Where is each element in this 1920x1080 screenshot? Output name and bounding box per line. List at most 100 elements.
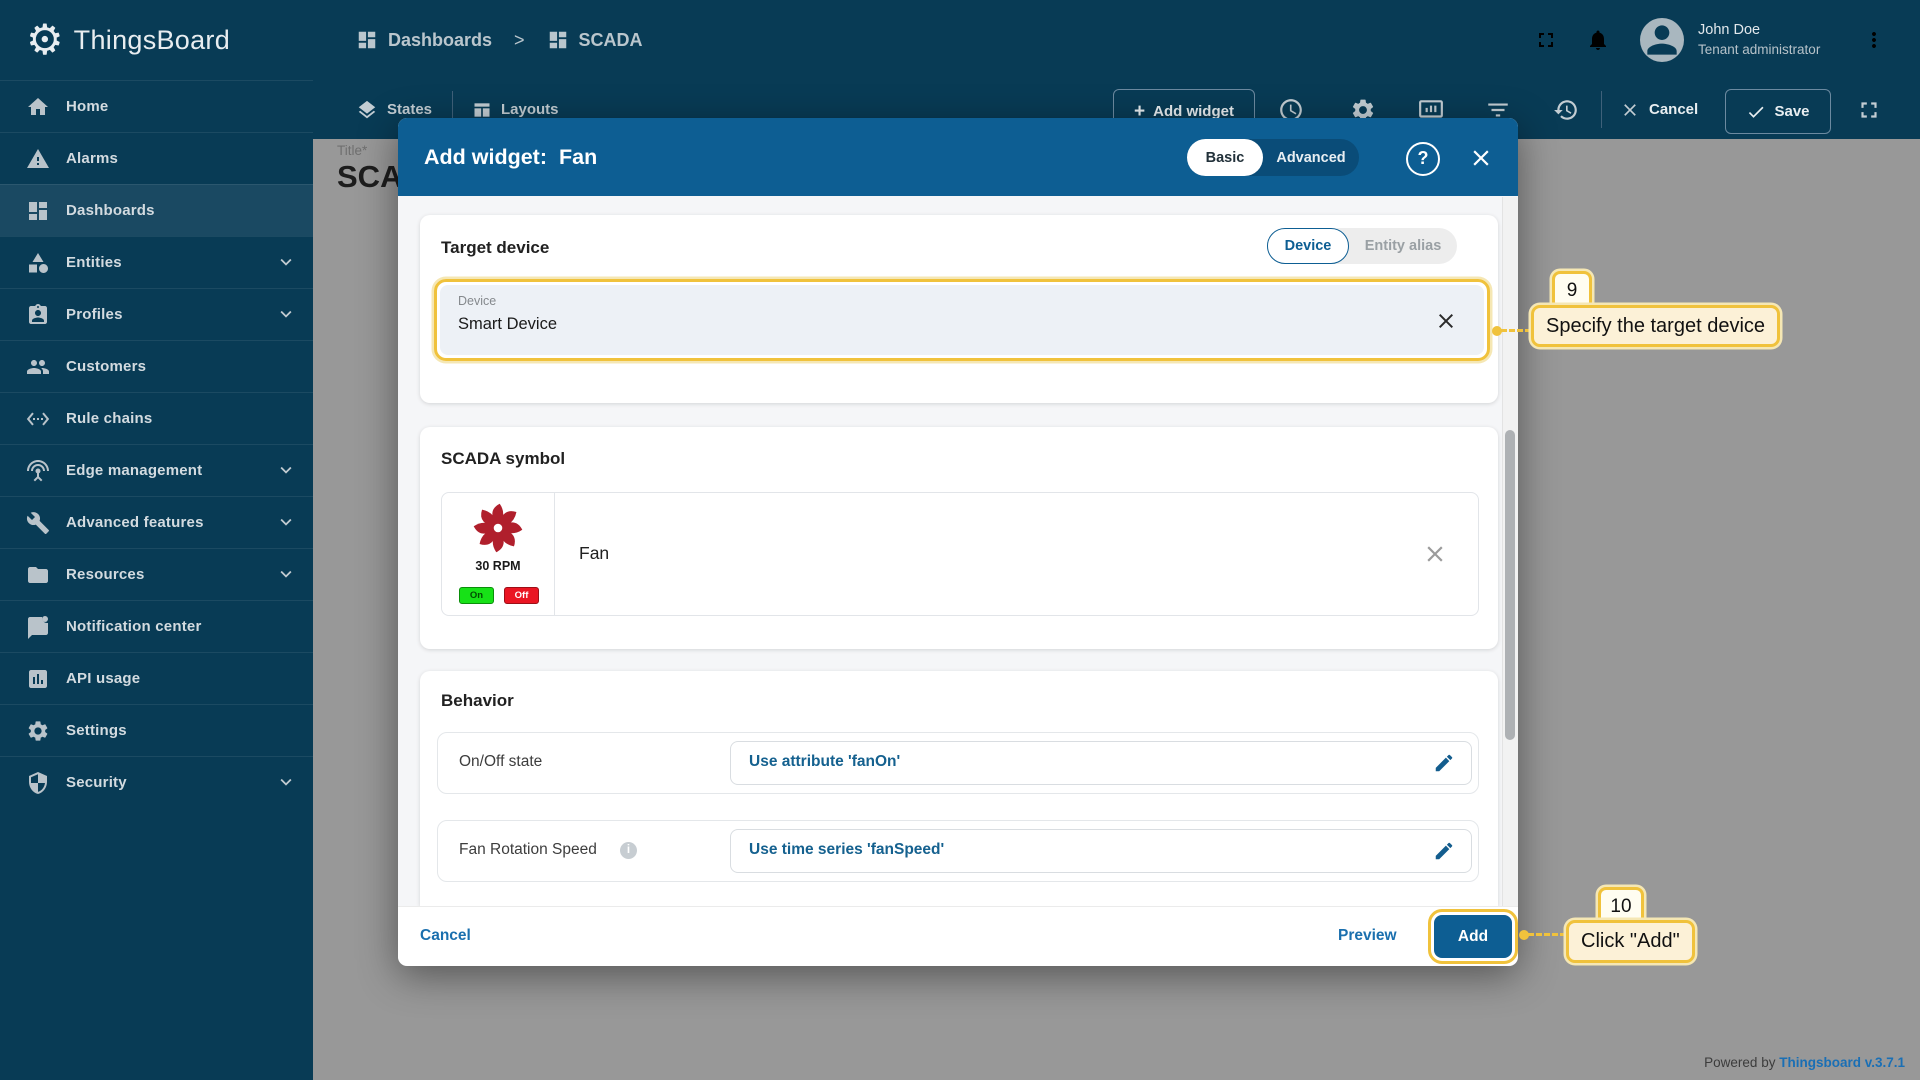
user-avatar[interactable] (1640, 18, 1684, 62)
target-device-card: Target device Device Entity alias Device… (420, 215, 1498, 403)
fan-rpm-label: 30 RPM (442, 559, 554, 573)
on-off-state-row: On/Off state Use attribute 'fanOn' (437, 732, 1479, 794)
clear-device-icon[interactable] (1434, 309, 1458, 333)
sidebar-item-label: Dashboards (66, 202, 155, 219)
toolbar-divider (1601, 91, 1602, 128)
help-button[interactable]: ? (1406, 142, 1440, 176)
add-widget-dialog: Add widget: Fan Basic Advanced ? Target … (398, 118, 1518, 965)
sidebar-menu: Home Alarms Dashboards Entities Profiles (0, 80, 313, 808)
powered-by: Powered by Thingsboard v.3.7.1 (1704, 1055, 1905, 1070)
chart-box-icon (26, 667, 50, 691)
clear-symbol-icon[interactable] (1422, 541, 1448, 567)
sidebar-item-label: Profiles (66, 306, 123, 323)
sidebar-item-settings[interactable]: Settings (0, 704, 313, 756)
breadcrumb-dashboards[interactable]: Dashboards (388, 30, 492, 51)
sidebar-item-resources[interactable]: Resources (0, 548, 313, 600)
device-field-highlight-ring: Device Smart Device (434, 279, 1490, 361)
edit-pencil-icon[interactable] (1433, 752, 1455, 774)
on-off-state-value-link[interactable]: Use attribute 'fanOn' (749, 753, 900, 771)
on-off-state-label: On/Off state (459, 753, 542, 771)
user-info[interactable]: John Doe Tenant administrator (1698, 20, 1820, 59)
scrollbar-thumb[interactable] (1505, 430, 1515, 740)
device-autocomplete-field[interactable]: Device Smart Device (440, 285, 1484, 355)
thingsboard-logo[interactable]: ⚙ ThingsBoard (26, 14, 230, 66)
sidebar-item-security[interactable]: Security (0, 756, 313, 808)
sidebar-item-notification-center[interactable]: Notification center (0, 600, 313, 652)
notifications-bell-icon[interactable] (1586, 28, 1610, 52)
basic-tab[interactable]: Basic (1187, 139, 1263, 176)
thingsboard-version-link[interactable]: Thingsboard v.3.7.1 (1779, 1055, 1905, 1070)
entity-alias-tab[interactable]: Entity alias (1349, 238, 1457, 254)
sidebar: ⚙ ThingsBoard Home Alarms Dashboards Ent… (0, 0, 313, 1080)
dashboard-icon (356, 29, 378, 51)
chevron-down-icon (275, 771, 297, 793)
states-label: States (387, 101, 432, 118)
info-icon[interactable]: i (620, 842, 637, 859)
dialog-cancel-button[interactable]: Cancel (420, 927, 471, 945)
breadcrumb: Dashboards > SCADA (356, 0, 643, 80)
scada-symbol-name: Fan (579, 543, 609, 564)
annotation-step-text: Specify the target device (1531, 305, 1780, 347)
sidebar-item-home[interactable]: Home (0, 80, 313, 132)
scada-symbol-card: SCADA symbol (420, 427, 1498, 649)
fullscreen-icon[interactable] (1856, 97, 1882, 123)
sidebar-item-label: Resources (66, 566, 145, 583)
warning-icon (26, 147, 50, 171)
chevron-down-icon (275, 511, 297, 533)
device-tab[interactable]: Device (1267, 228, 1349, 264)
fan-symbol-icon (471, 501, 525, 555)
history-icon[interactable] (1553, 97, 1579, 123)
sidebar-item-label: Rule chains (66, 410, 152, 427)
notification-chat-icon (26, 615, 50, 639)
dialog-title-widget-name: Fan (559, 145, 597, 170)
dialog-scrollbar[interactable] (1502, 197, 1518, 906)
user-role: Tenant administrator (1698, 40, 1820, 59)
dialog-title: Add widget: Fan (424, 118, 597, 196)
customers-people-icon (26, 355, 50, 379)
add-button[interactable]: Add (1434, 915, 1512, 958)
layouts-icon (472, 100, 492, 120)
save-button[interactable]: Save (1725, 89, 1831, 134)
sidebar-item-customers[interactable]: Customers (0, 340, 313, 392)
dashboard-title-value: SCA (337, 159, 402, 195)
sidebar-item-alarms[interactable]: Alarms (0, 132, 313, 184)
sidebar-item-rule-chains[interactable]: Rule chains (0, 392, 313, 444)
breadcrumb-separator: > (514, 30, 525, 51)
dialog-footer: Cancel Preview Add (398, 906, 1518, 966)
dialog-close-icon[interactable] (1468, 145, 1494, 171)
behavior-heading: Behavior (441, 691, 514, 711)
more-vert-icon[interactable] (1862, 28, 1886, 52)
rule-chains-icon (26, 407, 50, 431)
sidebar-item-advanced-features[interactable]: Advanced features (0, 496, 313, 548)
sidebar-item-api-usage[interactable]: API usage (0, 652, 313, 704)
fan-rotation-speed-label: Fan Rotation Speed (459, 841, 597, 859)
sidebar-item-label: Customers (66, 358, 146, 375)
check-icon (1746, 102, 1766, 122)
sidebar-item-label: Home (66, 98, 108, 115)
device-entity-toggle: Device Entity alias (1267, 228, 1457, 264)
dialog-header: Add widget: Fan Basic Advanced ? (398, 118, 1518, 196)
annotation-step-text: Click "Add" (1566, 920, 1695, 963)
fan-rotation-speed-value-link[interactable]: Use time series 'fanSpeed' (749, 841, 944, 859)
edit-pencil-icon[interactable] (1433, 840, 1455, 862)
shield-icon (26, 771, 50, 795)
cancel-edit-button[interactable]: Cancel (1620, 80, 1698, 139)
sidebar-item-edge-management[interactable]: Edge management (0, 444, 313, 496)
powered-by-text: Powered by (1704, 1055, 1775, 1070)
user-name: John Doe (1698, 20, 1820, 40)
on-off-state-value-box[interactable]: Use attribute 'fanOn' (730, 741, 1472, 785)
fan-rotation-speed-row: Fan Rotation Speed i Use time series 'fa… (437, 820, 1479, 882)
tools-icon (26, 511, 50, 535)
sidebar-item-entities[interactable]: Entities (0, 236, 313, 288)
annotation-10-connector-line (1528, 933, 1566, 936)
sidebar-item-dashboards[interactable]: Dashboards (0, 184, 313, 236)
advanced-tab[interactable]: Advanced (1263, 150, 1359, 166)
fan-rotation-speed-value-box[interactable]: Use time series 'fanSpeed' (730, 829, 1472, 873)
fullscreen-icon[interactable] (1534, 28, 1558, 52)
sidebar-item-label: API usage (66, 670, 140, 687)
folder-icon (26, 563, 50, 587)
sidebar-item-profiles[interactable]: Profiles (0, 288, 313, 340)
device-field-label: Device (458, 294, 496, 308)
preview-button[interactable]: Preview (1338, 927, 1397, 945)
dashboard-icon (547, 29, 569, 51)
